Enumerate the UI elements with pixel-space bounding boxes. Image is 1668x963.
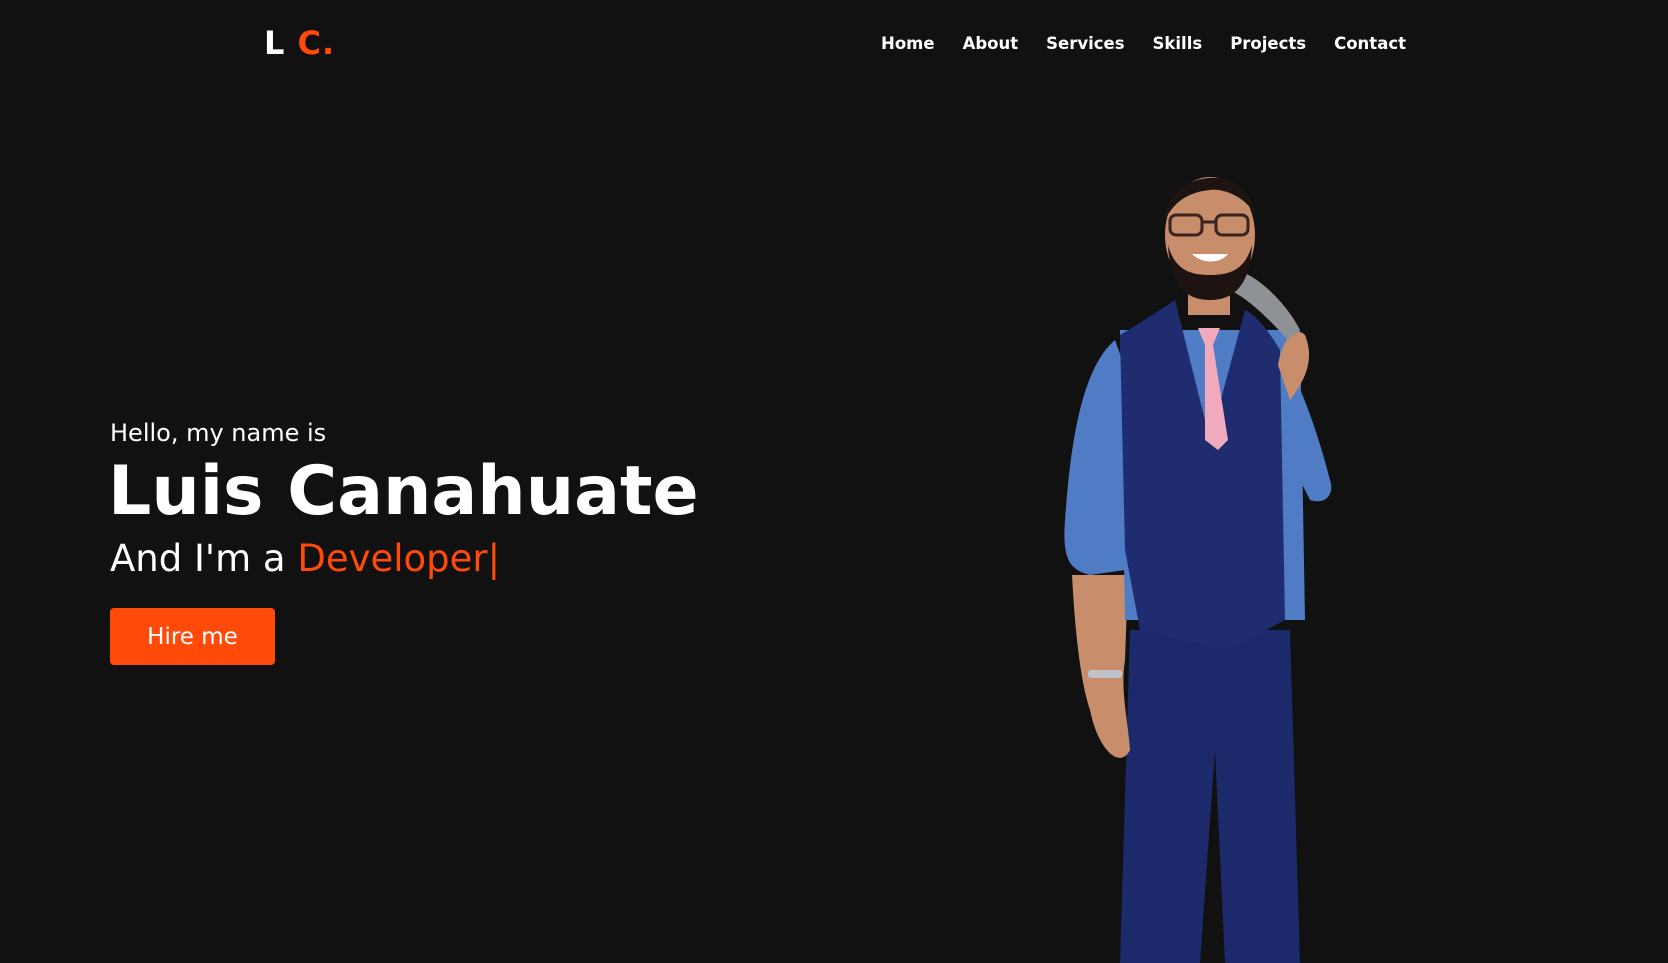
nav-item-services[interactable]: Services <box>1046 34 1124 53</box>
hero-name: Luis Canahuate <box>108 452 699 531</box>
hero-role-typed: Developer| <box>297 537 501 580</box>
page: L C. Home About Services Skills Projects… <box>0 0 1668 963</box>
hero-role-prefix: And I'm a <box>110 537 286 580</box>
nav-item-contact[interactable]: Contact <box>1334 34 1406 53</box>
profile-photo <box>1064 177 1332 963</box>
hire-me-button[interactable]: Hire me <box>110 608 275 665</box>
navbar: L C. Home About Services Skills Projects… <box>0 0 1668 90</box>
logo[interactable]: L C. <box>264 24 335 62</box>
nav-item-about[interactable]: About <box>963 34 1019 53</box>
hero-role: And I'm a Developer| <box>110 536 699 582</box>
logo-accent: C. <box>297 24 336 62</box>
watch <box>1088 670 1122 678</box>
nav-item-home[interactable]: Home <box>881 34 935 53</box>
nav-item-skills[interactable]: Skills <box>1153 34 1203 53</box>
left-forearm <box>1072 575 1130 758</box>
trousers <box>1120 630 1300 963</box>
hero-section: Hello, my name is Luis Canahuate And I'm… <box>108 418 699 665</box>
logo-initial: L <box>264 24 286 62</box>
hero-greeting: Hello, my name is <box>110 419 327 447</box>
nav-item-projects[interactable]: Projects <box>1230 34 1306 53</box>
nav-menu: Home About Services Skills Projects Cont… <box>881 34 1406 53</box>
